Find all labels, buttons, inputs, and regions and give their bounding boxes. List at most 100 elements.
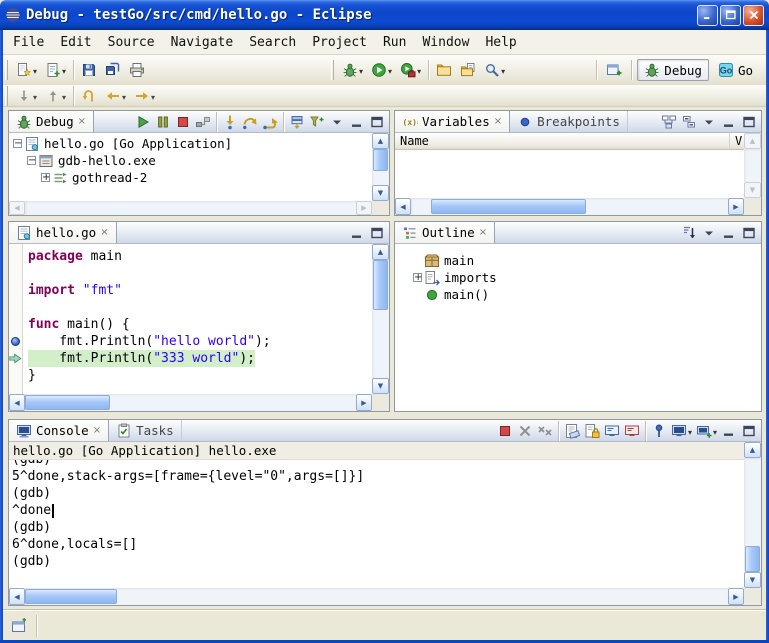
collapse-icon[interactable]: −	[27, 156, 36, 165]
expand-icon[interactable]: +	[41, 173, 50, 182]
clear-console-button[interactable]	[562, 421, 582, 441]
last-edit-location-button[interactable]	[78, 86, 100, 106]
next-annotation-button[interactable]	[13, 86, 40, 106]
dropdown-arrow-icon[interactable]	[61, 89, 66, 103]
perspective-go-button[interactable]: GoGo	[711, 59, 760, 81]
scrollbar-thumb[interactable]	[25, 395, 110, 410]
scroll-up-button[interactable]	[744, 442, 761, 458]
scroll-down-button[interactable]	[744, 182, 761, 198]
dropdown-arrow-icon[interactable]	[712, 424, 717, 438]
display-console-button[interactable]	[669, 421, 694, 441]
minimize-view-button[interactable]	[347, 223, 367, 243]
gutter-cell[interactable]	[9, 265, 22, 282]
breakpoint-marker[interactable]	[11, 337, 20, 346]
new-wizard-button[interactable]	[13, 58, 40, 82]
tab-breakpoints[interactable]: Breakpoints	[510, 111, 628, 132]
editor-gutter[interactable]	[9, 244, 23, 394]
view-menu-button[interactable]	[699, 112, 719, 132]
gutter-cell[interactable]	[9, 350, 22, 367]
console-output[interactable]: (gdb)5^done,stack-args=[frame={level="0"…	[9, 460, 744, 588]
scroll-down-button[interactable]	[372, 185, 389, 201]
close-tab-icon[interactable]	[100, 228, 108, 238]
perspective-debug-button[interactable]: Debug	[637, 59, 709, 81]
external-tools-button[interactable]	[397, 58, 424, 82]
search-button[interactable]	[481, 58, 508, 82]
scroll-left-button[interactable]	[9, 588, 25, 605]
scrollbar-thumb[interactable]	[25, 589, 117, 604]
scrollbar-thumb[interactable]	[745, 546, 760, 572]
tab-debug[interactable]: Debug	[9, 111, 94, 132]
dropdown-arrow-icon[interactable]	[416, 63, 421, 77]
scroll-down-button[interactable]	[744, 572, 761, 588]
maximize-view-button[interactable]	[367, 223, 387, 243]
pin-console-button[interactable]	[649, 421, 669, 441]
gutter-cell[interactable]	[9, 248, 22, 265]
code-editor[interactable]: package mainimport "fmt"func main() { fm…	[24, 244, 372, 394]
scroll-down-button[interactable]	[372, 378, 389, 394]
toolbar-grip[interactable]	[5, 60, 8, 80]
tab-console[interactable]: Console	[9, 420, 109, 441]
scroll-left-button[interactable]	[9, 394, 25, 411]
view-menu-button[interactable]	[327, 112, 347, 132]
dropdown-arrow-icon[interactable]	[32, 89, 37, 103]
sort-button[interactable]	[679, 223, 699, 243]
scroll-right-button[interactable]	[356, 201, 372, 215]
tab-outline[interactable]: Outline	[395, 222, 495, 243]
minimize-view-button[interactable]	[719, 223, 739, 243]
use-step-filters-button[interactable]	[307, 112, 327, 132]
open-console-button[interactable]	[694, 421, 719, 441]
variables-table-body[interactable]	[395, 150, 744, 198]
debug-tree-item[interactable]: +gothread-2	[9, 169, 372, 186]
run-button[interactable]	[368, 58, 395, 82]
menu-source[interactable]: Source	[100, 32, 163, 53]
maximize-view-button[interactable]	[739, 421, 759, 441]
logical-structure-button[interactable]	[659, 112, 679, 132]
menu-project[interactable]: Project	[304, 32, 375, 53]
tab-tasks[interactable]: Tasks	[109, 420, 182, 441]
resume-button[interactable]	[133, 112, 153, 132]
close-window-button[interactable]	[743, 5, 764, 26]
dropdown-arrow-icon[interactable]	[687, 424, 692, 438]
outline-item[interactable]: +imports	[395, 269, 761, 286]
maximize-view-button[interactable]	[739, 223, 759, 243]
open-resource-button[interactable]	[457, 58, 479, 82]
close-tab-icon[interactable]	[78, 117, 86, 127]
new-file-button[interactable]	[42, 58, 69, 82]
column-name[interactable]: Name	[395, 133, 730, 149]
debug-tree-item[interactable]: −hello.go [Go Application]	[9, 135, 372, 152]
gutter-cell[interactable]	[9, 299, 22, 316]
step-return-button[interactable]	[260, 112, 280, 132]
outline-item[interactable]: main	[395, 252, 761, 269]
maximize-view-button[interactable]	[739, 112, 759, 132]
expand-icon[interactable]: +	[413, 273, 422, 282]
step-into-button[interactable]	[220, 112, 240, 132]
minimize-view-button[interactable]	[719, 112, 739, 132]
dropdown-arrow-icon[interactable]	[121, 89, 126, 103]
show-stderr-button[interactable]	[622, 421, 642, 441]
gutter-cell[interactable]	[9, 367, 22, 384]
gutter-cell[interactable]	[9, 282, 22, 299]
scroll-right-button[interactable]	[356, 394, 372, 411]
scroll-up-button[interactable]	[372, 133, 389, 149]
tab-editor-hello-go[interactable]: hello.go	[9, 222, 117, 243]
back-button[interactable]	[102, 86, 129, 106]
maximize-view-button[interactable]	[367, 112, 387, 132]
scroll-up-button[interactable]	[372, 244, 389, 260]
debug-button[interactable]	[339, 58, 366, 82]
save-button[interactable]	[78, 58, 100, 82]
minimize-view-button[interactable]	[719, 421, 739, 441]
scroll-right-button[interactable]	[728, 198, 744, 215]
menu-run[interactable]: Run	[375, 32, 414, 53]
fast-view-button[interactable]	[7, 614, 31, 638]
toolbar-grip[interactable]	[5, 86, 8, 106]
debug-tree-item[interactable]: −gdb-hello.exe	[9, 152, 372, 169]
save-all-button[interactable]	[102, 58, 124, 82]
suspend-button[interactable]	[153, 112, 173, 132]
dropdown-arrow-icon[interactable]	[32, 63, 37, 77]
print-button[interactable]	[126, 58, 148, 82]
scrollbar-thumb[interactable]	[373, 149, 388, 171]
forward-button[interactable]	[131, 86, 158, 106]
terminate-button[interactable]	[173, 112, 193, 132]
menu-search[interactable]: Search	[241, 32, 304, 53]
scroll-up-button[interactable]	[744, 133, 761, 149]
